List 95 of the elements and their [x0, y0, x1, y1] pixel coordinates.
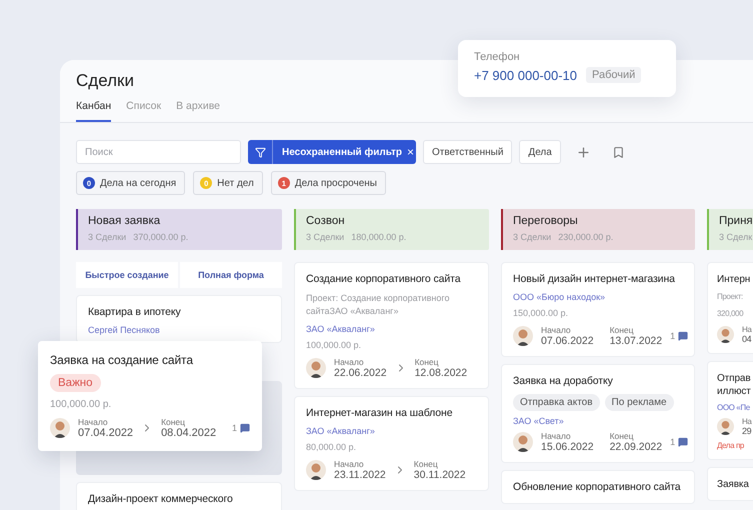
card-title: Новый дизайн интернет-магазина [513, 273, 676, 287]
company-link[interactable]: ЗАО «Акваланг» [306, 426, 375, 436]
deal-card[interactable]: Создание корпоративного сайта Проект: Создание корпоративного сайтаЗАО «Акваланг» ЗАО «Акваланг» 100,000.00 р. Начало 22.06.2022 Конец 12.08.2022 [294, 262, 489, 390]
deal-count: 3 Сделки [513, 232, 552, 242]
comment-count: 1 [232, 422, 237, 433]
project-text: Проект: [717, 291, 744, 303]
card-title: Обновление корпоративного сайта [513, 480, 682, 494]
start-label: Начало [541, 430, 572, 441]
start-date: 22.06.2022 [334, 367, 387, 380]
deal-card[interactable]: Заявка на создание сайта Важно 100,000.00 р. Начало 07.04.2022 Конец 08.04.2022 1 [38, 341, 262, 451]
end-label: Конец [610, 430, 635, 441]
phone-link[interactable]: +7 900 000-00-10 [474, 68, 578, 82]
start-date: 07.06.2022 [541, 335, 594, 348]
end-label: Конец [610, 325, 635, 336]
amount-text: 320,000 [717, 308, 744, 320]
company-link[interactable]: ЗАО «Свет» [513, 416, 564, 426]
start-label: Начало [334, 459, 365, 470]
filter-label: Дела просрочены [294, 178, 377, 188]
start-date: 23.11.2022 [334, 469, 386, 482]
toolbar-button[interactable]: Ответственный [423, 140, 512, 164]
deal-card[interactable]: Квартира в ипотеку Сергей Песняков [76, 295, 282, 343]
card-title: Квартира в ипотеку [88, 306, 182, 320]
amount-text: 100,000.00 р. [50, 398, 112, 412]
deal-count: 3 Сделки [306, 232, 344, 242]
phone-label: Телефон [474, 51, 521, 63]
project-text: Проект: Создание корпоративного сайтаЗАО «Акваланг» [306, 292, 450, 318]
toolbar-button[interactable]: Дела [519, 140, 561, 164]
deal-card[interactable]: Отправ иллюст ООО «Пе На 29 Дела пр [707, 361, 753, 460]
end-date: 22.09.2022 [610, 440, 662, 453]
deal-count: 3 Сделк [719, 232, 752, 242]
company-link[interactable]: Сергей Песняков [88, 324, 160, 335]
quick-action-button[interactable]: Быстрое создание [76, 262, 178, 288]
deal-count: 3 Сделки [88, 232, 126, 242]
column-total: 180,000.00 р. [351, 232, 406, 242]
filter-icon [254, 146, 266, 158]
card-title: Заявка на создание сайта [50, 353, 194, 369]
start-date: 15.06.2022 [541, 440, 594, 453]
end-label: Конец [414, 459, 439, 470]
search-field[interactable]: Поиск [76, 140, 241, 164]
priority-badge: Важно [50, 374, 101, 392]
deal-card[interactable]: Интернет-магазин на шаблоне ЗАО «Акваланг» 80,000.00 р. Начало 23.11.2022 Конец 30.11.2022 [294, 396, 489, 492]
start-label: Начало [334, 357, 365, 368]
quick-action-button[interactable]: Полная форма [180, 262, 282, 288]
card-title: Заявка на доработку [513, 375, 614, 389]
company-link[interactable]: ООО «Пе [717, 403, 750, 412]
card-title: Отправ иллюст [717, 372, 752, 398]
end-label: Конец [161, 416, 186, 427]
filter-label: Нет дел [217, 178, 254, 188]
card-title: Заявка [717, 478, 750, 491]
card-title: Интернет-магазин на шаблоне [306, 407, 454, 421]
end-date: 13.07.2022 [610, 335, 662, 348]
card-title: Дизайн-проект коммерческого [88, 493, 234, 507]
end-date: 08.04.2022 [161, 426, 216, 439]
start-date: 29 [742, 426, 752, 436]
deal-card[interactable]: Интерн Проект: 320,000 На 04 [707, 262, 753, 354]
column-title: Приня [719, 215, 753, 227]
card-title: Интерн [717, 273, 752, 286]
tag-chip: Отправка актов [513, 394, 600, 411]
overdue-text: Дела пр [717, 441, 745, 450]
start-date: 04 [742, 334, 752, 344]
comment-count: 1 [670, 331, 676, 342]
amount-text: 80,000.00 р. [306, 440, 358, 454]
end-date: 30.11.2022 [414, 469, 466, 482]
add-icon[interactable] [576, 144, 591, 160]
bookmark-icon[interactable] [612, 146, 625, 158]
comment-icon [678, 436, 688, 447]
column-total: 230,000.00 р. [558, 232, 614, 242]
column-title: Переговоры [513, 215, 579, 227]
column-title: Новая заявка [88, 215, 162, 227]
amount-text: 100,000.00 р. [306, 338, 362, 352]
start-label: Начало [78, 416, 109, 427]
end-label: Конец [414, 357, 440, 368]
company-link[interactable]: ЗАО «Акваланг» [306, 324, 375, 334]
tag-chip: По рекламе [604, 394, 674, 411]
end-date: 12.08.2022 [414, 367, 468, 380]
view-tab[interactable]: Канбан [76, 100, 112, 122]
start-label: На [742, 325, 752, 334]
start-label: Начало [541, 325, 572, 336]
start-date: 07.04.2022 [78, 426, 134, 439]
deal-card[interactable]: Заявка [707, 467, 753, 501]
comment-icon [678, 331, 688, 342]
column-title: Созвон [306, 215, 346, 227]
card-title: Создание корпоративного сайта [306, 273, 462, 287]
column-total: 370,000.00 р. [133, 232, 188, 242]
filter-label: Дела на сегодня [100, 178, 176, 188]
page-title: Сделки [76, 71, 134, 91]
company-link[interactable]: ООО «Бюро находок» [513, 292, 606, 302]
deal-card[interactable]: Обновление корпоративного сайта [501, 470, 695, 504]
amount-text: 150,000.00 р. [513, 306, 570, 320]
deal-card[interactable]: Дизайн-проект коммерческого [76, 482, 282, 510]
comment-count: 1 [670, 436, 676, 447]
phone-type: Рабочий [586, 67, 642, 83]
comment-icon [240, 422, 250, 433]
start-label: На [742, 417, 752, 426]
filter-button[interactable]: Несохраненный фильтр × [248, 140, 416, 164]
